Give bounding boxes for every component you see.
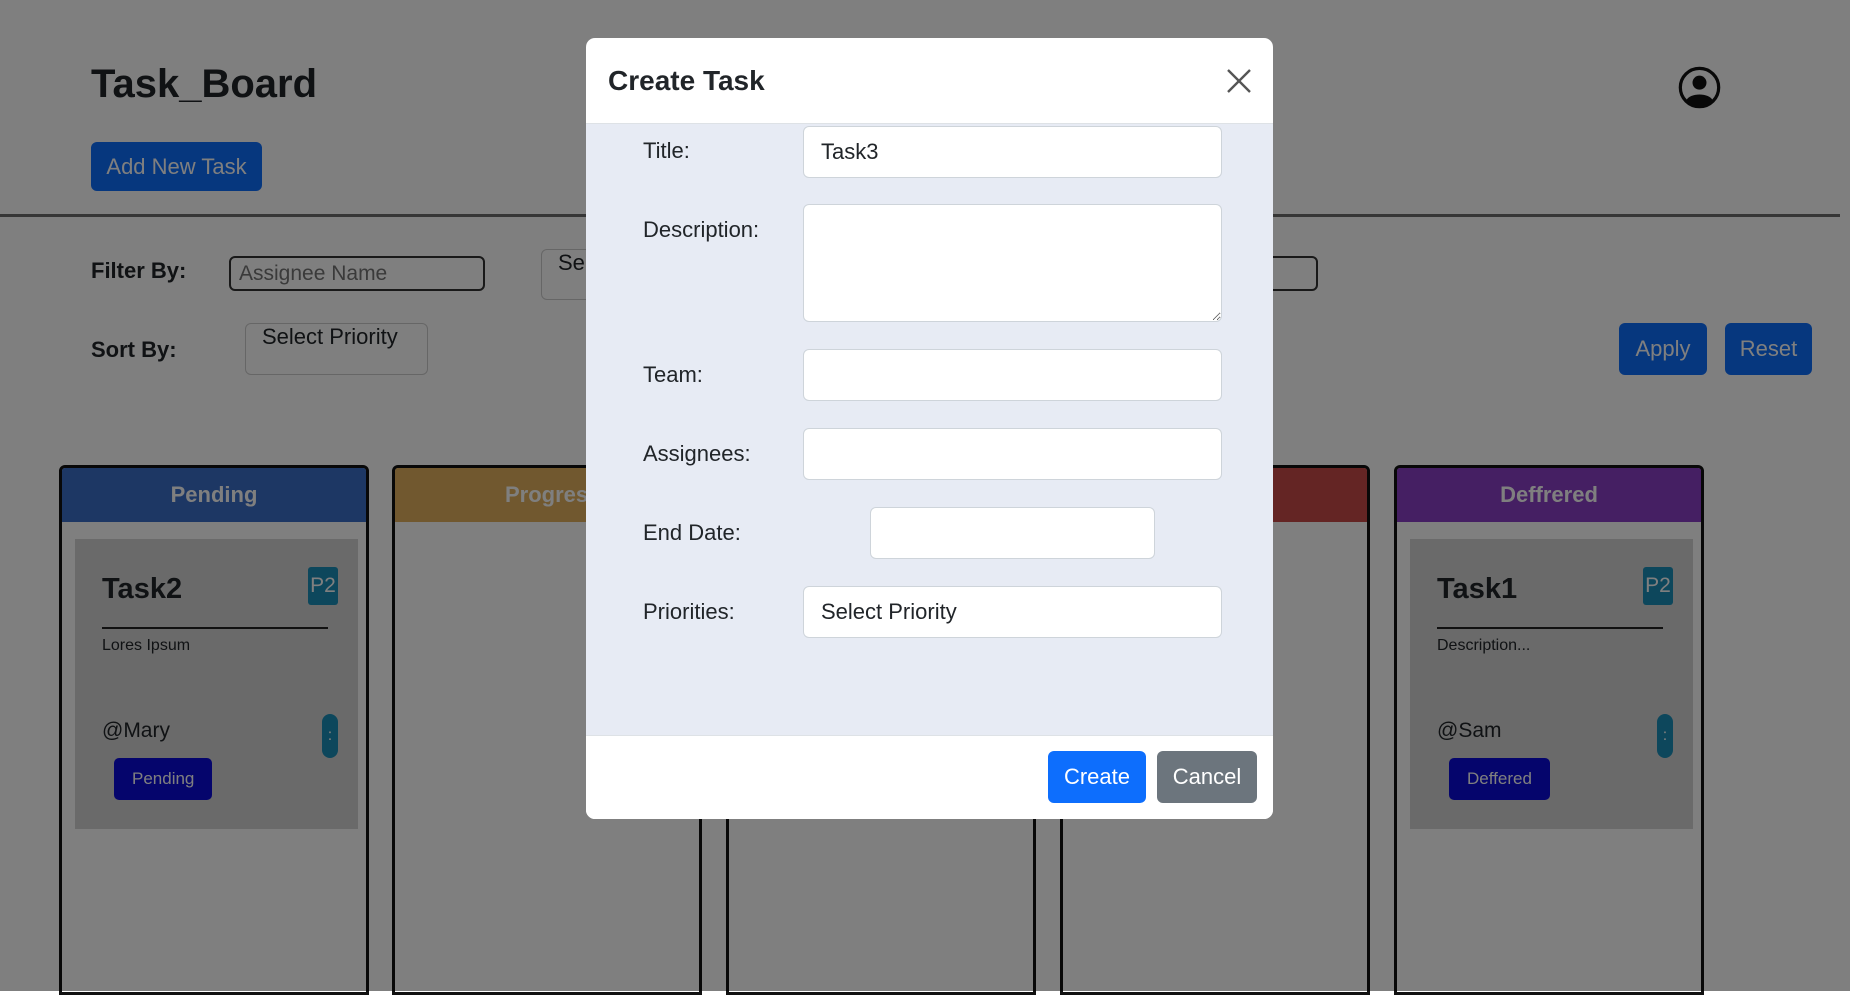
modal-footer: Create Cancel: [586, 735, 1273, 819]
description-textarea[interactable]: [803, 204, 1222, 322]
end-date-label: End Date:: [643, 520, 741, 545]
create-task-modal: Create Task Title: Description: Team: As…: [586, 38, 1273, 819]
cancel-button[interactable]: Cancel: [1157, 751, 1257, 803]
description-label: Description:: [643, 217, 760, 242]
modal-header: Create Task: [586, 38, 1273, 124]
title-input[interactable]: [803, 126, 1222, 178]
modal-title: Create Task: [608, 65, 765, 96]
priorities-label: Priorities:: [643, 599, 735, 624]
title-label: Title:: [643, 138, 690, 163]
close-icon[interactable]: [1224, 66, 1254, 96]
assignees-label: Assignees:: [643, 441, 751, 466]
modal-body: Title: Description: Team: Assignees: End…: [586, 124, 1273, 735]
end-date-input[interactable]: [870, 507, 1155, 559]
create-button[interactable]: Create: [1048, 751, 1146, 803]
team-label: Team:: [643, 362, 703, 387]
priorities-select[interactable]: Select Priority: [803, 586, 1222, 638]
team-input[interactable]: [803, 349, 1222, 401]
assignees-input[interactable]: [803, 428, 1222, 480]
